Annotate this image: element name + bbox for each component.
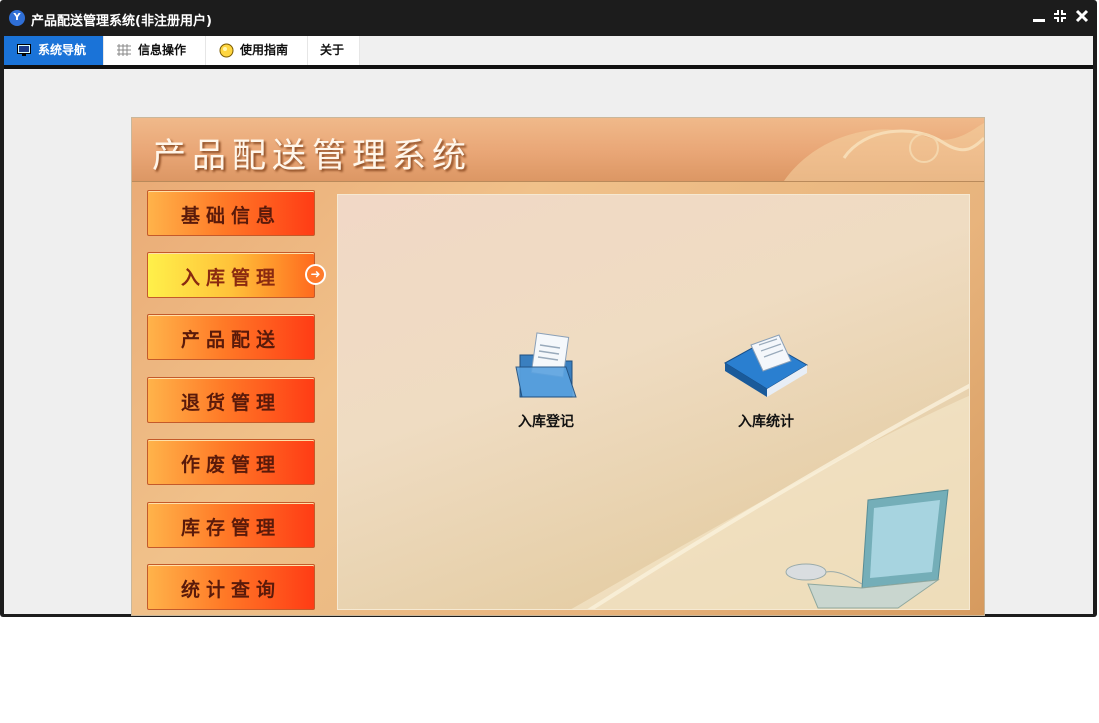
nav-button-label: 统计查询 bbox=[180, 579, 281, 601]
folder-document-icon bbox=[515, 332, 577, 398]
menu-item-label: 使用指南 bbox=[240, 43, 289, 57]
menu-item-label: 信息操作 bbox=[138, 43, 187, 57]
restore-icon[interactable] bbox=[1051, 8, 1069, 28]
monitor-icon bbox=[17, 44, 31, 56]
nav-stock-button[interactable]: 库存管理 bbox=[147, 502, 315, 548]
nav-inbound-button[interactable]: 入库管理 bbox=[147, 252, 315, 298]
nav-void-button[interactable]: 作废管理 bbox=[147, 439, 315, 485]
arrow-right-icon: ➜ bbox=[305, 264, 326, 285]
work-area: 入库登记 入库统计 bbox=[337, 194, 970, 610]
banner: 产品配送管理系统 bbox=[132, 118, 984, 182]
nav-delivery-button[interactable]: 产品配送 bbox=[147, 314, 315, 360]
app-panel: 产品配送管理系统 基础信息 入库管理 ➜ 产品配送 退货管理 作废管理 库存管理… bbox=[131, 117, 985, 616]
nav-button-label: 入库管理 bbox=[180, 267, 281, 289]
minimize-icon[interactable] bbox=[1030, 8, 1048, 28]
menu-bar: 系统导航 信息操作 使用指南 关于 bbox=[4, 36, 1093, 69]
func-inbound-register[interactable]: 入库登记 bbox=[486, 331, 606, 431]
nav-button-label: 库存管理 bbox=[180, 517, 281, 539]
blue-book-icon bbox=[724, 334, 808, 397]
app-logo-icon: Y bbox=[9, 10, 25, 26]
menu-item-user-guide[interactable]: 使用指南 bbox=[206, 36, 308, 65]
grid-icon bbox=[117, 44, 131, 56]
close-icon[interactable] bbox=[1073, 8, 1091, 28]
func-label: 入库登记 bbox=[518, 414, 574, 430]
title-bar[interactable]: Y 产品配送管理系统(非注册用户) bbox=[0, 0, 1097, 36]
func-label: 入库统计 bbox=[738, 414, 794, 430]
menu-item-label: 系统导航 bbox=[38, 43, 87, 57]
nav-button-label: 退货管理 bbox=[180, 392, 281, 414]
nav-stats-button[interactable]: 统计查询 bbox=[147, 564, 315, 610]
window-title: 产品配送管理系统(非注册用户) bbox=[31, 14, 212, 29]
main-content: 产品配送管理系统 基础信息 入库管理 ➜ 产品配送 退货管理 作废管理 库存管理… bbox=[4, 69, 1093, 616]
nav-button-label: 基础信息 bbox=[180, 205, 281, 227]
menu-item-info-ops[interactable]: 信息操作 bbox=[104, 36, 206, 65]
help-bulb-icon bbox=[219, 43, 234, 58]
laptop-decoration bbox=[785, 489, 949, 609]
nav-returns-button[interactable]: 退货管理 bbox=[147, 377, 315, 423]
banner-decoration bbox=[784, 123, 984, 181]
nav-button-label: 作废管理 bbox=[180, 454, 281, 476]
menu-item-about[interactable]: 关于 bbox=[308, 36, 360, 65]
menu-item-label: 关于 bbox=[320, 43, 345, 57]
func-inbound-stats[interactable]: 入库统计 bbox=[706, 331, 826, 431]
banner-title: 产品配送管理系统 bbox=[152, 136, 472, 176]
menu-item-system-nav[interactable]: 系统导航 bbox=[4, 36, 104, 65]
app-window: Y 产品配送管理系统(非注册用户) 系统导航 信息操作 使用指南 关于 产品配送… bbox=[0, 0, 1097, 617]
nav-basic-info-button[interactable]: 基础信息 bbox=[147, 190, 315, 236]
nav-button-label: 产品配送 bbox=[180, 329, 281, 351]
